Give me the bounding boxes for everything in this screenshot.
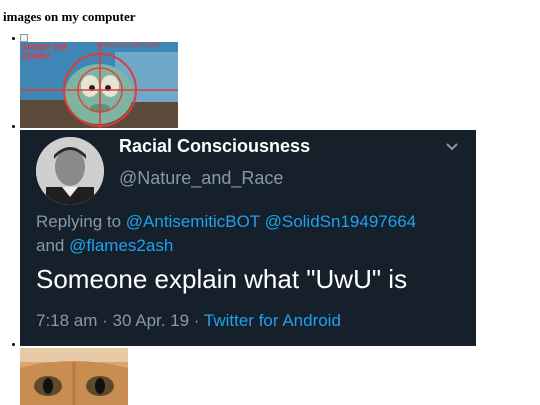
broken-image-icon: [20, 34, 28, 42]
meme-image-crosshair: SHOOT E'M DOWN! WWW.ILR.COM ©1907: [20, 42, 178, 128]
tweet-screenshot: Racial Consciousness @Nature_and_Race Re…: [20, 130, 476, 346]
page-title: images on my computer: [3, 9, 136, 24]
replying-prefix: Replying to: [36, 212, 126, 231]
replying-and: and: [36, 236, 70, 255]
chevron-down-icon: [446, 143, 458, 151]
tweet-meta: 7:18 am · 30 Apr. 19 · Twitter for Andro…: [36, 311, 341, 331]
meme-caption-right: WWW.ILR.COM ©1907: [97, 43, 160, 49]
list-bullet: [12, 37, 15, 40]
tweet-handle: @Nature_and_Race: [119, 168, 284, 188]
tweet-display-name: Racial Consciousness: [119, 136, 311, 156]
avatar: [36, 137, 104, 205]
cat-image: [20, 348, 128, 405]
meme-caption-left: SHOOT E'M DOWN!: [22, 43, 67, 61]
list-bullet: [12, 343, 15, 346]
list-bullet: [12, 125, 15, 128]
mention-link: @AntisemiticBOT: [125, 212, 260, 231]
mention-link: @SolidSn19497664: [264, 212, 417, 231]
tweet-time: 7:18 am · 30 Apr. 19 ·: [36, 311, 204, 330]
tweet-source: Twitter for Android: [203, 311, 341, 330]
tweet-text: Someone explain what "UwU" is: [36, 264, 408, 294]
mention-link: @flames2ash: [69, 236, 174, 255]
tweet-replying-to: Replying to @AntisemiticBOT @SolidSn1949…: [36, 210, 466, 258]
